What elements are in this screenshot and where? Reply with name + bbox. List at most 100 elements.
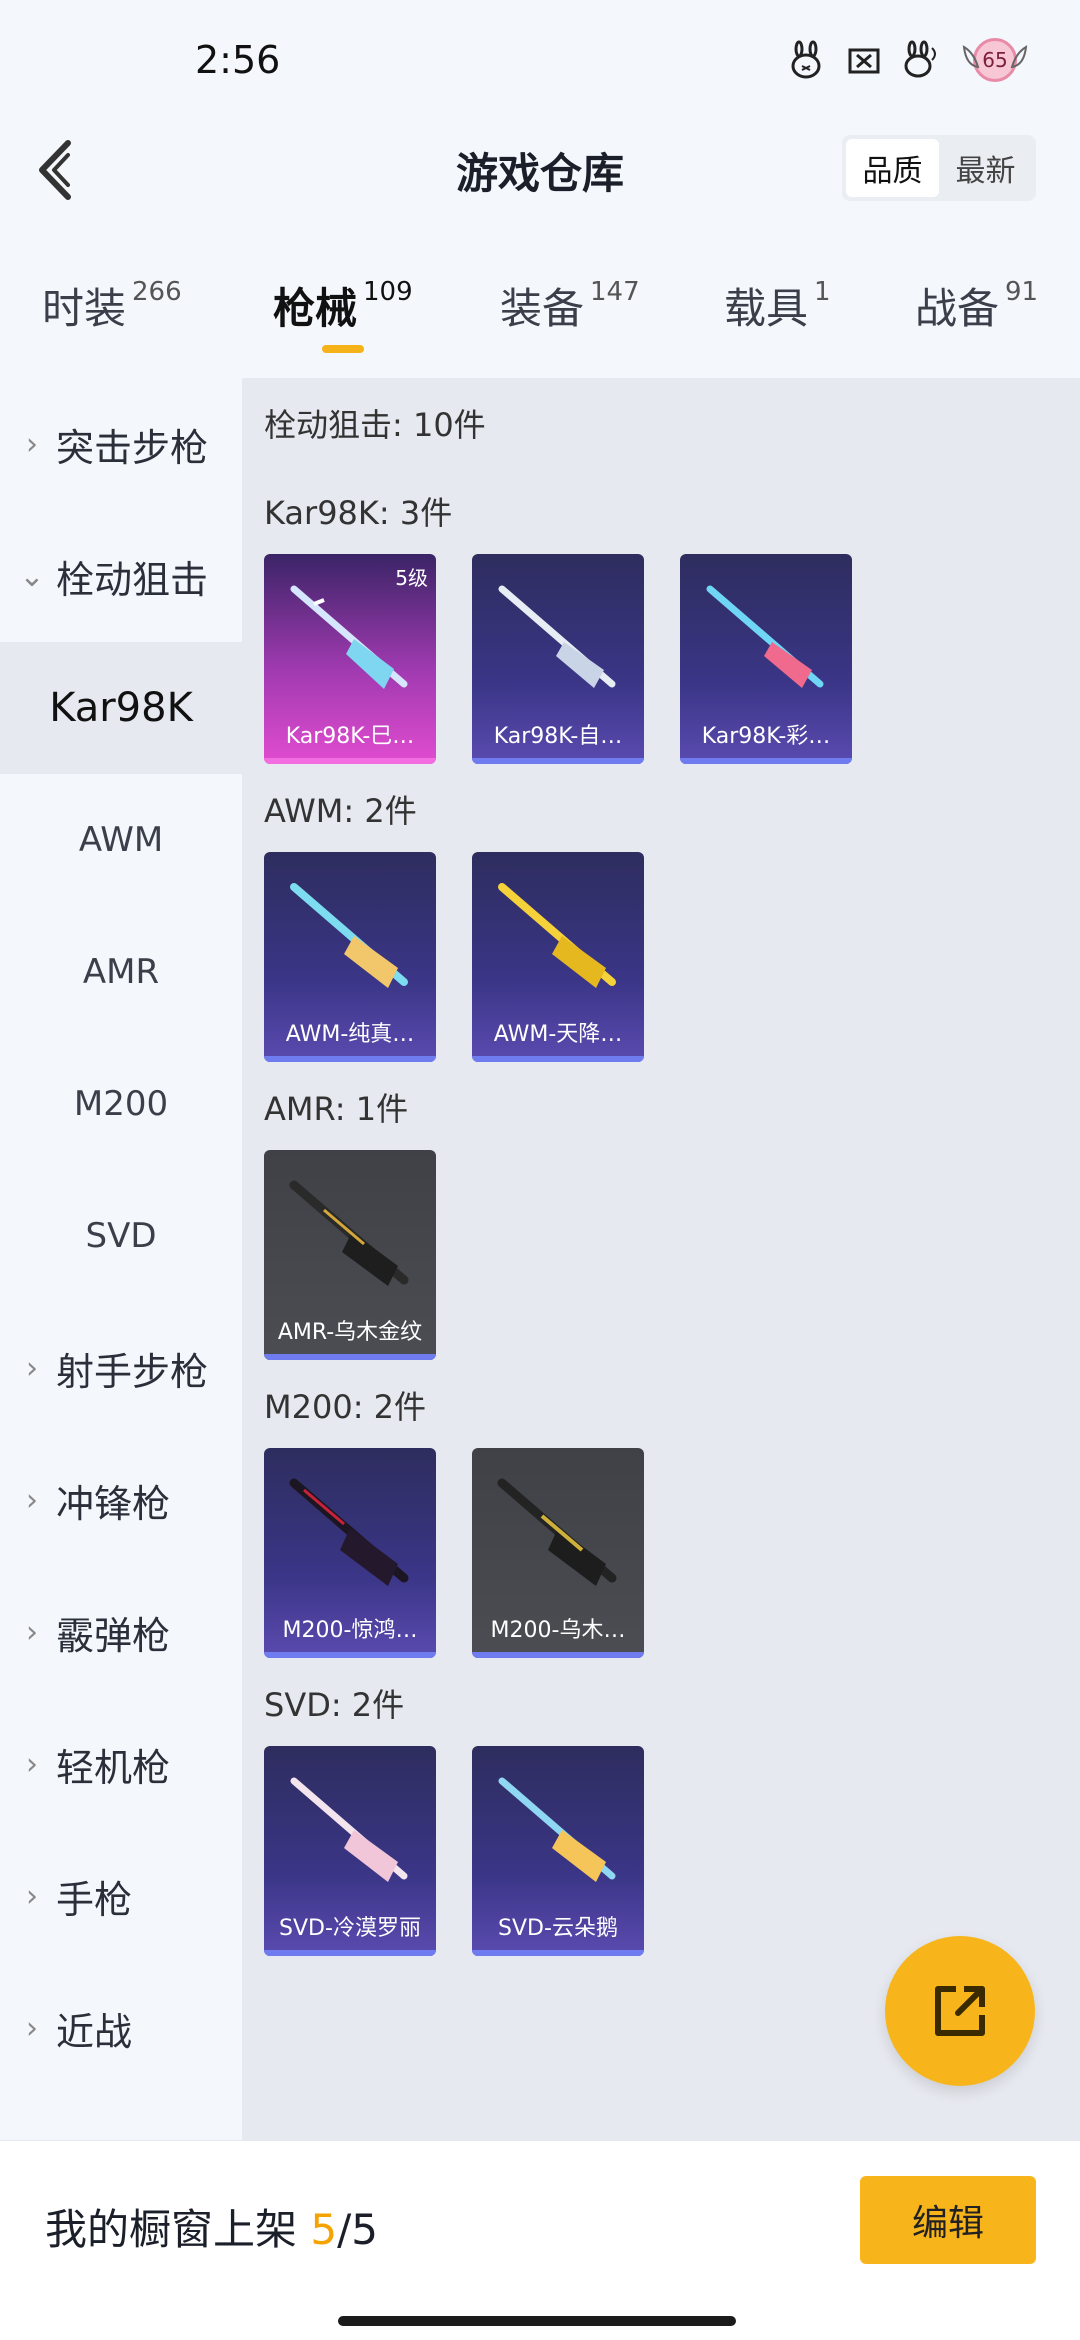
rifle-skin-icon [290,883,408,988]
item-card[interactable]: 5级 Kar98K-巳… [264,554,436,764]
sidebar-item-marksman-rifle[interactable]: › 射手步枪 [0,1302,242,1434]
item-card[interactable]: SVD-云朵鹅 [472,1746,644,1956]
chevron-right-icon: › [26,1350,38,1386]
rifle-skin-icon [290,585,408,689]
item-name: Kar98K-自… [493,724,623,749]
inventory-grid: 栓动狙击: 10件 Kar98K: 3件 5级 Kar98K-巳… Kar98K… [242,378,1080,2140]
rarity-bar [472,1652,644,1658]
item-card[interactable]: AWM-天降… [472,852,644,1062]
tab-count: 109 [363,277,413,307]
item-name: AWM-天降… [493,1022,623,1047]
rifle-skin-icon [290,1777,408,1882]
sidebar-item-smg[interactable]: › 冲锋枪 [0,1434,242,1566]
rarity-bar [264,1056,436,1062]
rarity-bar [264,1354,436,1360]
tab-equipment[interactable]: 装备 147 [500,275,640,336]
bunny-notification-icon [791,40,821,79]
bunny-wifi-icon [904,40,936,78]
showcase-count: 5 [310,2205,338,2254]
no-signal-icon [848,48,880,74]
sidebar-item-pistol[interactable]: › 手枪 [0,1830,242,1962]
sort-option-quality[interactable]: 品质 [846,139,939,197]
status-bar: 2:56 65 [0,0,1080,125]
rarity-bar [472,758,644,764]
header: 游戏仓库 品质 最新 [0,125,1080,215]
sidebar-item-kar98k[interactable]: Kar98K [0,642,242,774]
rifle-skin-icon [289,1478,409,1586]
showcase-label: 我的橱窗上架 [45,2205,298,2254]
sidebar-item-melee[interactable]: › 近战 [0,1962,242,2094]
sidebar-item-shotgun[interactable]: › 霰弹枪 [0,1566,242,1698]
sidebar-item-awm[interactable]: AWM [0,774,242,906]
section-title-m200: M200: 2件 [264,1388,427,1426]
showcase-status: 我的橱窗上架 5/5 [45,2196,378,2257]
tab-count: 266 [132,277,182,307]
tab-label: 战备 [915,284,1000,333]
sidebar-item-svd[interactable]: SVD [0,1170,242,1302]
bottom-bar: 我的橱窗上架 5/5 编辑 [0,2140,1080,2340]
wings-icon [962,45,1028,69]
tab-vehicles[interactable]: 载具 1 [724,275,831,336]
tab-guns[interactable]: 枪械 109 [273,275,413,336]
chevron-down-icon: ⌄ [19,558,45,594]
sidebar-item-assault-rifle[interactable]: › 突击步枪 [0,378,242,510]
tab-label: 时装 [42,284,127,333]
chevron-right-icon: › [26,426,38,462]
tab-count: 91 [1005,277,1039,307]
rifle-skin-icon [497,1478,617,1586]
item-card[interactable]: M200-乌木… [472,1448,644,1658]
section-title-svd: SVD: 2件 [264,1686,405,1724]
rifle-skin-icon [706,585,824,688]
tab-count: 147 [590,277,640,307]
item-name: Kar98K-彩… [701,724,831,749]
category-tabs: 时装 266 枪械 109 装备 147 载具 1 战备 91 [0,265,1080,375]
showcase-total: /5 [337,2205,378,2254]
sidebar-item-amr[interactable]: AMR [0,906,242,1038]
chevron-right-icon: › [26,1614,38,1650]
rarity-bar [472,1950,644,1956]
sort-option-newest[interactable]: 最新 [939,139,1032,197]
share-button[interactable] [885,1936,1035,2086]
edit-button[interactable]: 编辑 [860,2176,1036,2264]
sidebar-item-lmg[interactable]: › 轻机枪 [0,1698,242,1830]
item-name: AMR-乌木金纹 [277,1320,423,1345]
item-name: M200-乌木… [490,1618,626,1643]
rarity-bar [680,758,852,764]
section-title-kar98k: Kar98K: 3件 [264,494,453,532]
tab-fashion[interactable]: 时装 266 [42,275,182,336]
item-card[interactable]: M200-惊鸿… [264,1448,436,1658]
chevron-right-icon: › [26,1746,38,1782]
item-name: Kar98K-巳… [285,724,415,749]
tab-label: 装备 [500,284,585,333]
section-title-amr: AMR: 1件 [264,1090,409,1128]
sidebar: › 突击步枪 ⌄ 栓动狙击 Kar98K AWM AMR M200 SVD › 射手步… [0,378,242,2140]
status-icons: 65 [786,35,1030,85]
item-card[interactable]: AWM-纯真… [264,852,436,1062]
home-indicator[interactable] [338,2316,736,2326]
rifle-skin-icon [289,1180,409,1286]
item-level: 5级 [395,566,428,590]
rifle-skin-icon [498,883,616,988]
share-external-icon [935,1986,985,2036]
battery-level-badge: 65 [960,35,1030,85]
sidebar-item-m200[interactable]: M200 [0,1038,242,1170]
chevron-right-icon: › [26,1878,38,1914]
item-name: SVD-冷漠罗丽 [279,1916,421,1941]
rarity-bar [472,1056,644,1062]
tab-label: 载具 [724,284,809,333]
tab-count: 1 [814,277,831,307]
item-card[interactable]: Kar98K-彩… [680,554,852,764]
tab-war-supplies[interactable]: 战备 91 [915,275,1038,336]
rifle-skin-icon [498,1777,616,1882]
item-card[interactable]: Kar98K-自… [472,554,644,764]
category-summary: 栓动狙击: 10件 [264,406,486,444]
rarity-bar [264,1950,436,1956]
rarity-bar [264,758,436,764]
rarity-bar [264,1652,436,1658]
item-name: SVD-云朵鹅 [498,1916,618,1941]
item-card[interactable]: AMR-乌木金纹 [264,1150,436,1360]
sort-toggle[interactable]: 品质 最新 [842,135,1036,201]
active-tab-indicator [322,345,364,353]
item-card[interactable]: SVD-冷漠罗丽 [264,1746,436,1956]
sidebar-item-bolt-sniper[interactable]: ⌄ 栓动狙击 [0,510,242,642]
